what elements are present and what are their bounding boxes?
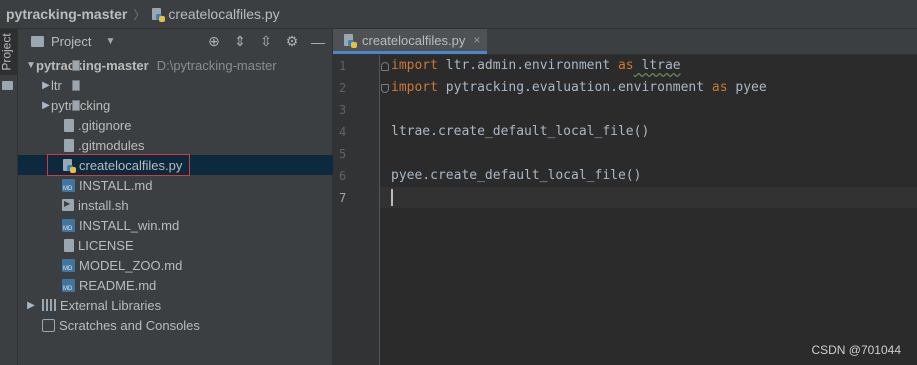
- folder-icon: [72, 79, 80, 91]
- python-file-icon: [151, 7, 166, 22]
- tree-item-install-sh[interactable]: install.sh: [18, 195, 376, 215]
- chevron-right-icon[interactable]: ▶: [41, 100, 51, 111]
- code-line: ltrae.create_default_local_file(): [391, 124, 650, 139]
- markdown-file-icon: [62, 178, 75, 192]
- tree-item-label: .gitignore: [78, 117, 132, 133]
- tree-item-label: pytracking: [51, 97, 111, 113]
- tree-item-path: D:\pytracking-master: [156, 57, 277, 73]
- tree-item-label: INSTALL.md: [79, 177, 153, 193]
- left-tool-strip: Project: [0, 29, 18, 365]
- tree-item-install-win-md[interactable]: INSTALL_win.md: [18, 215, 376, 235]
- folder-icon: [72, 99, 80, 111]
- code-text: pytracking.evaluation.environment: [437, 80, 712, 95]
- breadcrumb-separator: 〉: [133, 7, 146, 22]
- navigation-bar: pytracking-master 〉 createlocalfiles.py: [0, 0, 917, 29]
- tree-item-scratches[interactable]: Scratches and Consoles: [18, 315, 356, 335]
- tree-item-external-libraries[interactable]: ▶ External Libraries: [18, 295, 340, 315]
- chevron-right-icon[interactable]: ▶: [26, 300, 36, 311]
- code-editor[interactable]: 1 2 3 4 5 6 7 import ltr.admin.environme…: [333, 55, 917, 365]
- git-file-icon: [64, 118, 74, 132]
- editor-tab-bar: createlocalfiles.py ×: [333, 29, 917, 55]
- line-number: 4: [339, 125, 347, 139]
- breadcrumb-project[interactable]: pytracking-master: [6, 6, 127, 22]
- git-file-icon: [64, 138, 74, 152]
- current-line-highlight: [380, 187, 917, 208]
- tree-item-label: .gitmodules: [78, 137, 145, 153]
- watermark: CSDN @701044: [811, 343, 901, 357]
- keyword: import: [391, 58, 438, 73]
- tab-label: createlocalfiles.py: [362, 32, 466, 48]
- markdown-file-icon: [62, 258, 75, 272]
- chevron-right-icon[interactable]: ▶: [41, 80, 51, 91]
- project-tool-button[interactable]: Project: [0, 29, 17, 75]
- project-view-selector[interactable]: Project: [51, 34, 91, 49]
- code-text: ltrae: [633, 58, 681, 73]
- tree-item-ltr[interactable]: ▶ ltr: [18, 75, 355, 95]
- keyword: import: [391, 80, 438, 95]
- fold-start-icon[interactable]: [381, 62, 389, 71]
- tree-item-label: pytracking-master: [36, 57, 149, 73]
- tree-item-label: install.sh: [78, 197, 129, 213]
- panel-toolbar: ⊕ ⇕ ⇳ ⚙ —: [198, 29, 328, 54]
- scratches-icon: [42, 318, 55, 332]
- tree-item-label: INSTALL_win.md: [79, 217, 180, 233]
- tree-item-readme[interactable]: README.md: [18, 275, 376, 295]
- line-number: 7: [339, 191, 347, 205]
- collapse-all-icon[interactable]: ⇳: [256, 33, 276, 50]
- chevron-down-icon[interactable]: ▼: [105, 36, 115, 47]
- project-panel-header: Project ▼ ⊕ ⇕ ⇳ ⚙ —: [18, 29, 332, 54]
- line-number: 6: [339, 169, 347, 183]
- project-panel: Project ▼ ⊕ ⇕ ⇳ ⚙ — ▼ pytracking-master …: [18, 29, 376, 365]
- highlight-box: [47, 154, 190, 176]
- tree-item-root[interactable]: ▼ pytracking-master D:\pytracking-master: [18, 55, 340, 75]
- code-line: pyee.create_default_local_file(): [391, 168, 642, 183]
- tree-item-label: LICENSE: [78, 237, 134, 253]
- hide-panel-icon[interactable]: —: [308, 34, 328, 50]
- tree-item-pytracking[interactable]: ▶ pytracking: [18, 95, 355, 115]
- code-line: import ltr.admin.environment as ltrae: [391, 58, 681, 73]
- code-text: pyee: [727, 80, 767, 95]
- chevron-down-icon[interactable]: ▼: [26, 60, 36, 71]
- keyword: as: [711, 80, 728, 95]
- tree-item-model-zoo[interactable]: MODEL_ZOO.md: [18, 255, 376, 275]
- tree-item-label: MODEL_ZOO.md: [79, 257, 183, 273]
- expand-all-icon[interactable]: ⇕: [230, 33, 250, 50]
- tree-item-label: README.md: [79, 277, 157, 293]
- close-icon[interactable]: ×: [473, 33, 480, 47]
- code-line: import pytracking.evaluation.environment…: [391, 80, 767, 95]
- locate-file-icon[interactable]: ⊕: [204, 33, 224, 50]
- code-text: ltr.admin.environment: [437, 58, 618, 73]
- tree-item-label: External Libraries: [60, 297, 162, 313]
- text-caret: [391, 189, 393, 206]
- tree-item-license[interactable]: LICENSE: [18, 235, 376, 255]
- gear-icon[interactable]: ⚙: [282, 33, 302, 50]
- shell-file-icon: [62, 199, 74, 211]
- tree-item-install-md[interactable]: INSTALL.md: [18, 175, 376, 195]
- folder-icon: [2, 81, 13, 90]
- tree-item-gitignore[interactable]: .gitignore: [18, 115, 376, 135]
- keyword: as: [617, 58, 634, 73]
- line-number: 2: [339, 81, 347, 95]
- fold-end-icon[interactable]: [381, 84, 389, 93]
- markdown-file-icon: [62, 218, 75, 232]
- folder-icon: [72, 59, 80, 71]
- text-file-icon: [64, 238, 74, 252]
- library-icon: [42, 299, 56, 311]
- line-number-gutter: 1 2 3 4 5 6 7: [333, 55, 380, 365]
- tab-createlocalfiles[interactable]: createlocalfiles.py ×: [333, 29, 487, 54]
- markdown-file-icon: [62, 278, 75, 292]
- python-file-icon: [343, 33, 357, 48]
- folder-icon: [31, 36, 44, 47]
- breadcrumb-file[interactable]: createlocalfiles.py: [168, 6, 279, 22]
- tree-item-label: Scratches and Consoles: [59, 317, 200, 333]
- line-number: 1: [339, 59, 347, 73]
- tree-item-gitmodules[interactable]: .gitmodules: [18, 135, 376, 155]
- line-number: 5: [339, 147, 347, 161]
- tree-item-label: ltr: [51, 77, 62, 93]
- line-number: 3: [339, 103, 347, 117]
- project-tool-label: Project: [0, 33, 14, 71]
